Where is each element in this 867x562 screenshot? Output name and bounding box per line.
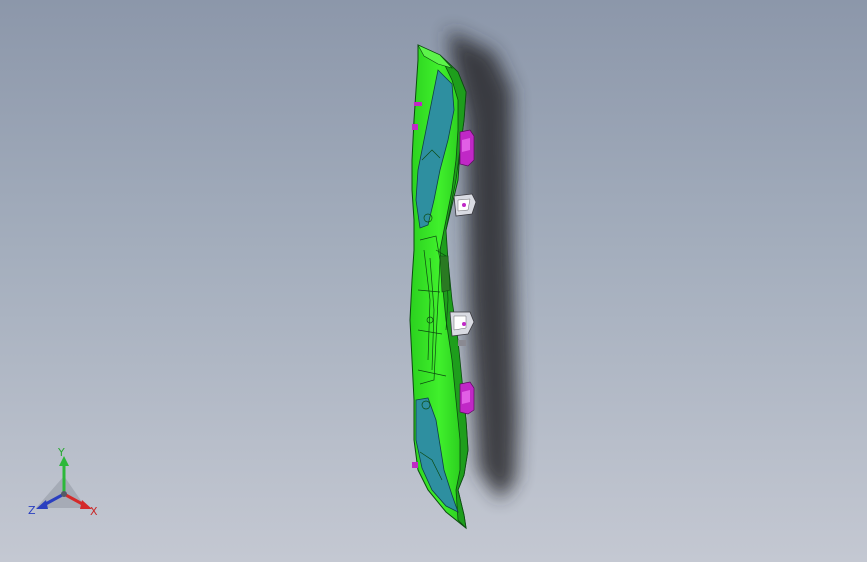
graphics-viewport[interactable]: Y X Z xyxy=(0,0,867,562)
upper-mount xyxy=(453,193,477,217)
y-axis-label: Y xyxy=(58,446,65,459)
x-axis-label: X xyxy=(90,505,98,518)
orientation-triad[interactable]: Y X Z xyxy=(22,446,106,522)
middle-slot xyxy=(439,255,451,293)
z-axis-label: Z xyxy=(28,504,36,517)
part-model[interactable] xyxy=(0,0,867,562)
